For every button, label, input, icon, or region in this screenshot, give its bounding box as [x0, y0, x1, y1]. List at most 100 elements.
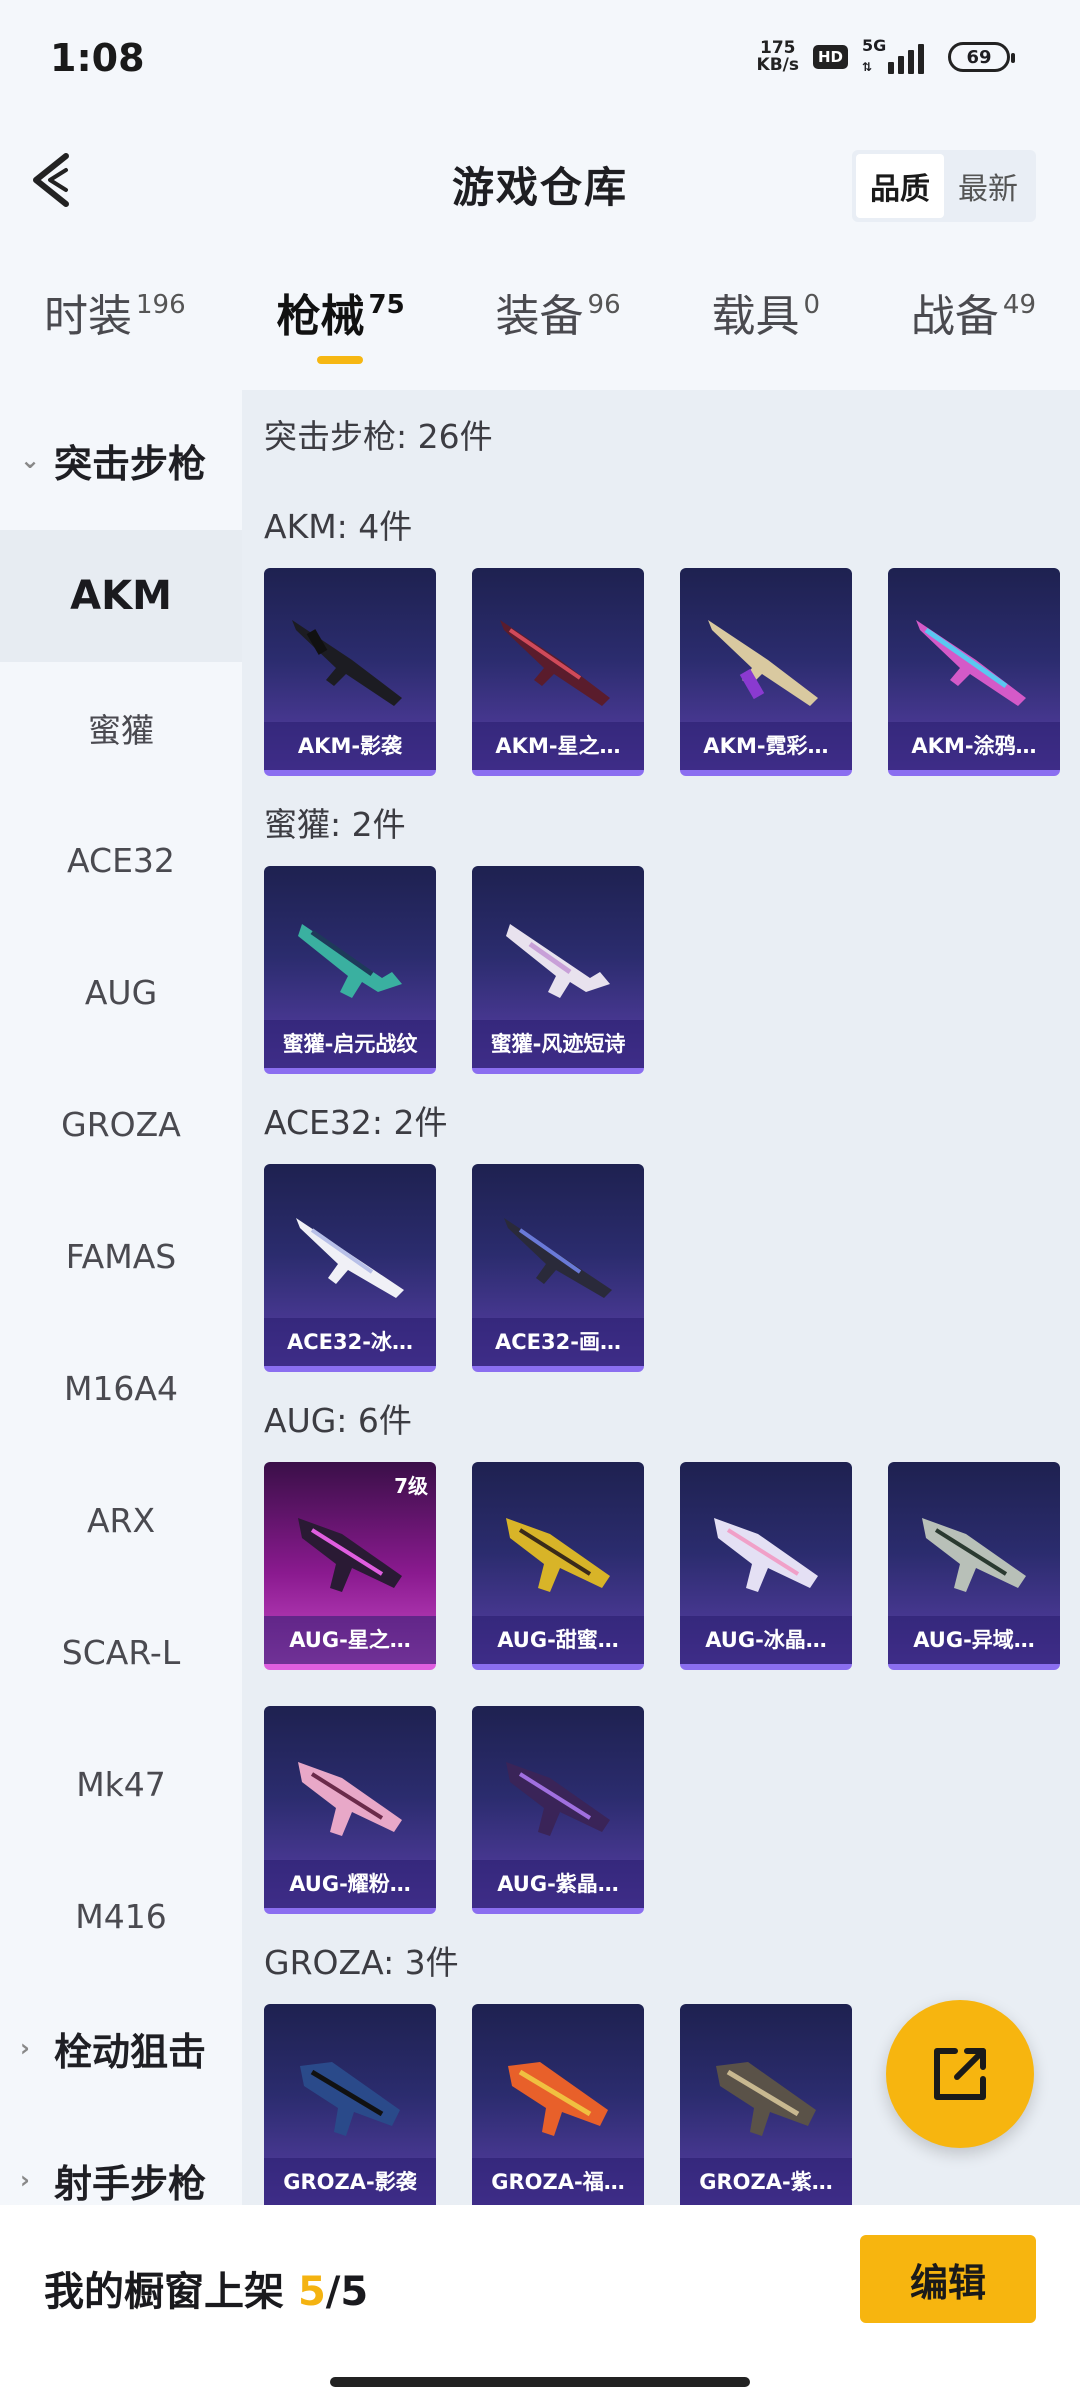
sidebar-item-scar-l[interactable]: SCAR-L [0, 1586, 242, 1718]
category-summary: 突击步枪: 26件 [264, 417, 493, 456]
weapon-image [292, 620, 402, 706]
tab-weapons[interactable]: 枪械 75 [277, 280, 405, 390]
sidebar-group-label: 突击步枪 [54, 441, 207, 486]
sidebar-item-mk47[interactable]: Mk47 [0, 1718, 242, 1850]
weapon-image [298, 1762, 402, 1836]
weapon-card[interactable]: 蜜獾-启元战纹 [264, 866, 436, 1074]
chevron-down-icon: ⌄ [20, 446, 41, 474]
tab-count: 196 [136, 290, 186, 320]
weapon-image [504, 1218, 612, 1298]
weapon-card[interactable]: AUG-紫晶… [472, 1706, 644, 1914]
sidebar-group-assault-rifles[interactable]: ⌄ 突击步枪 [0, 390, 242, 530]
section-title-akm: AKM: 4件 [264, 507, 413, 546]
weapon-name: AUG-甜蜜… [472, 1616, 644, 1664]
weapon-name: AKM-星之… [472, 722, 644, 770]
tab-label: 载具 [711, 291, 800, 342]
net-speed-unit: KB/s [756, 55, 799, 75]
sort-quality-button[interactable]: 品质 [856, 154, 944, 218]
sidebar-item-akm[interactable]: AKM [0, 530, 242, 662]
status-time: 1:08 [50, 36, 145, 80]
sort-latest-button[interactable]: 最新 [944, 154, 1032, 218]
weapon-image [508, 2062, 608, 2136]
tab-label: 枪械 [276, 291, 365, 342]
status-icons: 175 KB/s HD 5G ⇅ 69 [756, 36, 1015, 75]
weapon-card[interactable]: GROZA-紫… [680, 2004, 852, 2205]
weapon-type-sidebar: ⌄ 突击步枪 AKM 蜜獾 ACE32 AUG GROZA FAMAS M16A… [0, 390, 242, 2206]
section-title-ace32: ACE32: 2件 [264, 1103, 448, 1142]
weapon-image [298, 1518, 402, 1592]
showcase-count-current: 5 [297, 2269, 326, 2315]
weapon-name: AKM-涂鸦… [888, 722, 1060, 770]
share-button[interactable] [886, 2000, 1034, 2148]
sidebar-item-famas[interactable]: FAMAS [0, 1190, 242, 1322]
weapon-name: AUG-异域… [888, 1616, 1060, 1664]
tab-active-indicator [316, 356, 363, 364]
sidebar-item-arx[interactable]: ARX [0, 1454, 242, 1586]
weapon-card[interactable]: AKM-星之… [472, 568, 644, 776]
showcase-label: 我的橱窗上架 5/5 [44, 2259, 368, 2317]
weapon-name: AUG-耀粉… [264, 1860, 436, 1908]
tab-vehicles[interactable]: 载具 0 [712, 280, 821, 390]
weapon-image [916, 620, 1026, 706]
section-title-aug: AUG: 6件 [264, 1401, 412, 1440]
weapon-card[interactable]: AKM-霓彩… [680, 568, 852, 776]
weapon-image [714, 1518, 818, 1592]
hd-badge: HD [812, 45, 848, 69]
weapon-name: AUG-冰晶… [680, 1616, 852, 1664]
weapon-name: ACE32-冰… [264, 1318, 436, 1366]
weapon-name: ACE32-画… [472, 1318, 644, 1366]
weapon-card[interactable]: 蜜獾-风迹短诗 [472, 866, 644, 1074]
weapon-name: 蜜獾-风迹短诗 [472, 1020, 644, 1068]
weapon-name: AUG-紫晶… [472, 1860, 644, 1908]
weapon-card[interactable]: AUG-冰晶… [680, 1462, 852, 1670]
weapon-name: AKM-影袭 [264, 722, 436, 770]
status-bar: 1:08 175 KB/s HD 5G ⇅ 69 [0, 0, 1080, 120]
weapon-image [506, 1518, 610, 1592]
home-indicator[interactable] [330, 2377, 750, 2387]
chevron-right-icon: › [20, 2166, 30, 2194]
weapon-list[interactable]: 突击步枪: 26件 AKM: 4件 AKM-影袭 AKM-星之… AKM-霓彩…… [242, 390, 1080, 2205]
weapon-card[interactable]: AKM-影袭 [264, 568, 436, 776]
weapon-card[interactable]: GROZA-福… [472, 2004, 644, 2205]
sort-toggle: 品质 最新 [852, 150, 1036, 222]
weapon-card[interactable]: AUG-异域… [888, 1462, 1060, 1670]
sidebar-item-groza[interactable]: GROZA [0, 1058, 242, 1190]
header: 游戏仓库 品质 最新 [0, 130, 1080, 230]
chevron-right-icon: › [20, 2034, 30, 2062]
sidebar-item-m16a4[interactable]: M16A4 [0, 1322, 242, 1454]
weapon-name: 蜜獾-启元战纹 [264, 1020, 436, 1068]
weapon-card[interactable]: ACE32-画… [472, 1164, 644, 1372]
weapon-image [716, 2062, 816, 2136]
tab-label: 装备 [495, 291, 584, 342]
tab-fashion[interactable]: 时装 196 [44, 280, 186, 390]
tab-equipment[interactable]: 装备 96 [496, 280, 621, 390]
weapon-image [500, 620, 610, 706]
weapon-card[interactable]: AUG-耀粉… [264, 1706, 436, 1914]
edit-button[interactable]: 编辑 [860, 2235, 1036, 2323]
sidebar-group-bolt-snipers[interactable]: › 栓动狙击 [0, 1982, 242, 2114]
section-title-honey-badger: 蜜獾: 2件 [264, 805, 406, 844]
weapon-card[interactable]: AKM-涂鸦… [888, 568, 1060, 776]
sidebar-group-label: 栓动狙击 [54, 2029, 207, 2074]
signal-icon: 5G ⇅ [862, 36, 934, 74]
weapon-name: GROZA-福… [472, 2158, 644, 2205]
network-type: 5G [862, 36, 887, 55]
tab-count: 0 [803, 290, 821, 320]
weapon-card[interactable]: GROZA-影袭 [264, 2004, 436, 2205]
tab-label: 时装 [44, 291, 132, 342]
weapon-card[interactable]: AUG-甜蜜… [472, 1462, 644, 1670]
weapon-card-featured[interactable]: 7级 AUG-星之… [264, 1462, 436, 1670]
weapon-name: AKM-霓彩… [680, 722, 852, 770]
sidebar-item-aug[interactable]: AUG [0, 926, 242, 1058]
tab-count: 96 [587, 290, 621, 320]
tab-supplies[interactable]: 战备 49 [911, 280, 1036, 390]
showcase-bar: 我的橱窗上架 5/5 编辑 [0, 2205, 1080, 2400]
tab-label: 战备 [910, 291, 999, 342]
sidebar-item-m416[interactable]: M416 [0, 1850, 242, 1982]
sidebar-item-honey-badger[interactable]: 蜜獾 [0, 662, 242, 794]
sidebar-item-ace32[interactable]: ACE32 [0, 794, 242, 926]
tab-count: 49 [1002, 290, 1036, 320]
weapon-card[interactable]: ACE32-冰… [264, 1164, 436, 1372]
category-tabs: 时装 196 枪械 75 装备 96 载具 0 战备 49 [0, 280, 1080, 390]
battery-level: 69 [966, 46, 992, 68]
